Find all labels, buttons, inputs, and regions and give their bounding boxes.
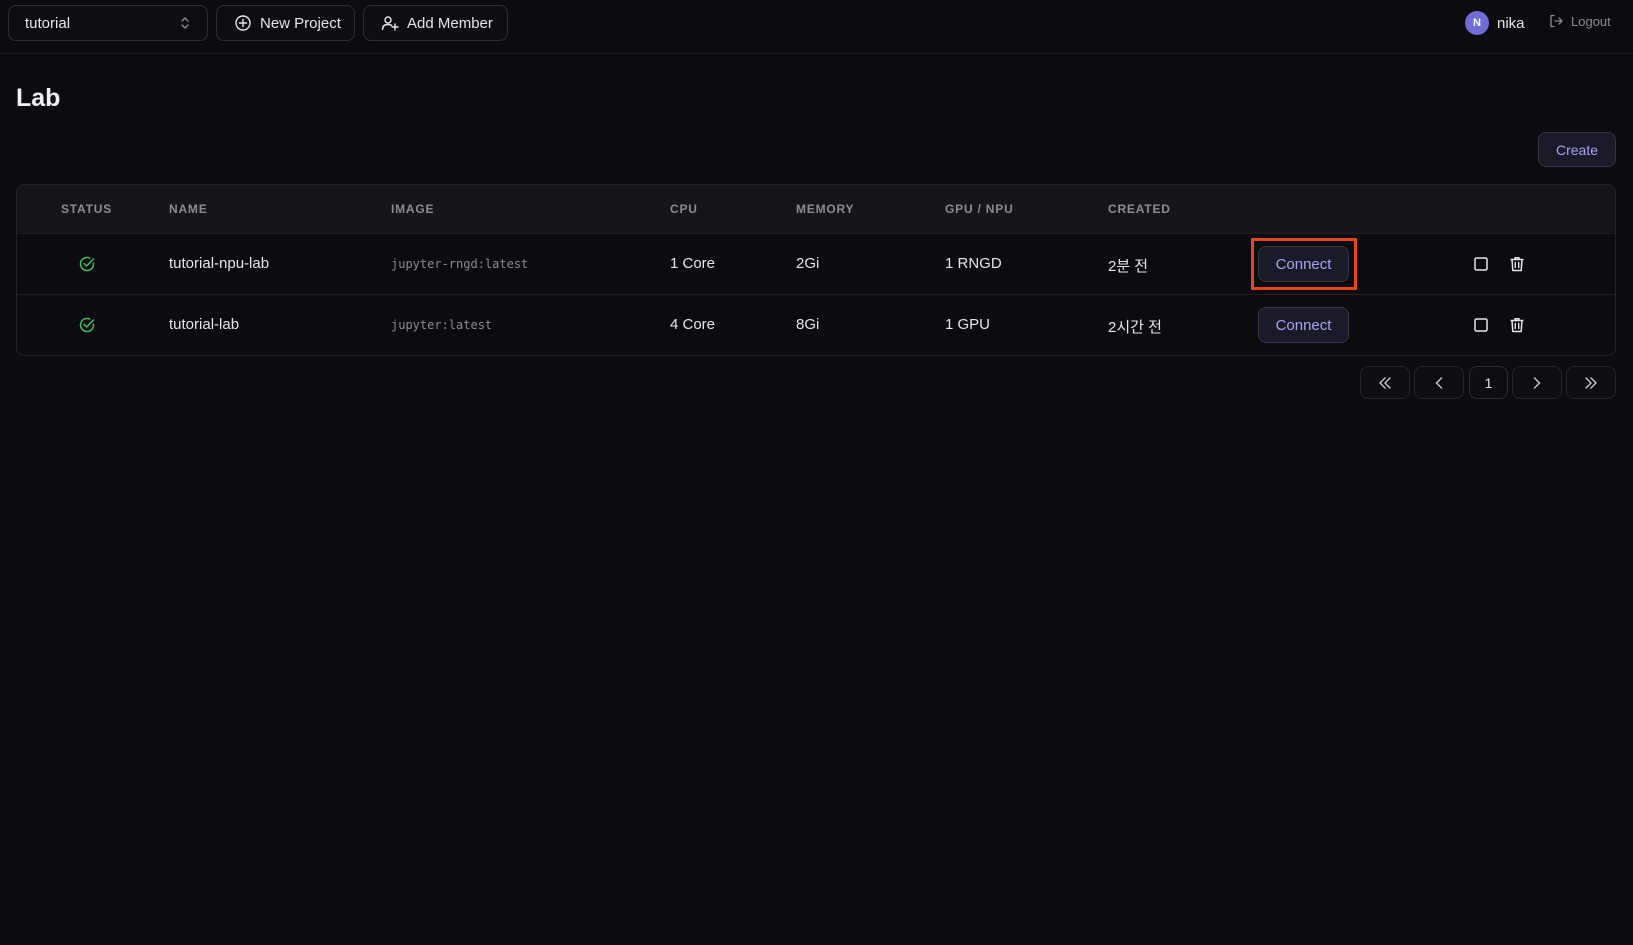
lab-cpu: 1 Core [670, 255, 716, 272]
chevron-left-icon [1430, 374, 1448, 392]
add-member-button[interactable]: Add Member [363, 5, 508, 41]
lab-name: tutorial-npu-lab [169, 255, 270, 272]
chevrons-left-icon [1376, 374, 1394, 392]
page-title: Lab [16, 84, 61, 112]
check-circle-icon [78, 255, 96, 273]
logout-icon [1548, 13, 1564, 29]
check-circle-icon [78, 316, 96, 334]
lab-created: 2분 전 [1108, 258, 1149, 275]
username: nika [1497, 14, 1525, 32]
lab-table: STATUS NAME IMAGE CPU MEMORY GPU / NPU C… [16, 184, 1616, 356]
first-page-button[interactable] [1360, 366, 1410, 399]
project-selector-value: tutorial [25, 14, 71, 32]
column-header-name: NAME [169, 202, 208, 216]
create-button[interactable]: Create [1538, 132, 1616, 167]
last-page-button[interactable] [1566, 366, 1616, 399]
logout-label: Logout [1571, 13, 1611, 29]
lab-memory: 8Gi [796, 316, 820, 333]
new-project-label: New Project [260, 14, 341, 32]
lab-image: jupyter-rngd:latest [391, 257, 529, 271]
top-bar: tutorial New Project Add Member N nika L… [0, 0, 1633, 54]
column-header-memory: MEMORY [796, 202, 855, 216]
lab-gpu: 1 RNGD [945, 255, 1002, 272]
lab-memory: 2Gi [796, 255, 820, 272]
table-row: tutorial-lab jupyter:latest 4 Core 8Gi 1… [17, 294, 1615, 355]
table-header: STATUS NAME IMAGE CPU MEMORY GPU / NPU C… [17, 185, 1615, 233]
previous-page-button[interactable] [1414, 366, 1464, 399]
logout-button[interactable]: Logout [1548, 13, 1611, 29]
stop-icon[interactable] [1472, 255, 1490, 273]
next-page-button[interactable] [1512, 366, 1562, 399]
trash-icon[interactable] [1508, 255, 1526, 273]
connect-button[interactable]: Connect [1258, 246, 1349, 282]
table-row: tutorial-npu-lab jupyter-rngd:latest 1 C… [17, 233, 1615, 294]
lab-created: 2시간 전 [1108, 319, 1162, 336]
chevron-up-down-icon [179, 15, 191, 31]
column-header-cpu: CPU [670, 202, 698, 216]
column-header-image: IMAGE [391, 202, 435, 216]
column-header-created: CREATED [1108, 202, 1171, 216]
new-project-button[interactable]: New Project [216, 5, 355, 41]
trash-icon[interactable] [1508, 316, 1526, 334]
stop-icon[interactable] [1472, 316, 1490, 334]
page-number-button[interactable]: 1 [1469, 366, 1508, 399]
lab-image: jupyter:latest [391, 318, 493, 332]
add-member-label: Add Member [407, 14, 493, 32]
connect-button[interactable]: Connect [1258, 307, 1349, 343]
lab-name: tutorial-lab [169, 316, 240, 333]
chevron-right-icon [1528, 374, 1546, 392]
lab-gpu: 1 GPU [945, 316, 991, 333]
user-menu[interactable]: N nika [1465, 11, 1525, 35]
user-plus-icon [381, 14, 399, 32]
lab-cpu: 4 Core [670, 316, 716, 333]
avatar: N [1465, 11, 1489, 35]
plus-circle-icon [234, 14, 252, 32]
column-header-status: STATUS [61, 202, 113, 216]
chevrons-right-icon [1582, 374, 1600, 392]
project-selector[interactable]: tutorial [8, 5, 208, 41]
column-header-gpu: GPU / NPU [945, 202, 1014, 216]
